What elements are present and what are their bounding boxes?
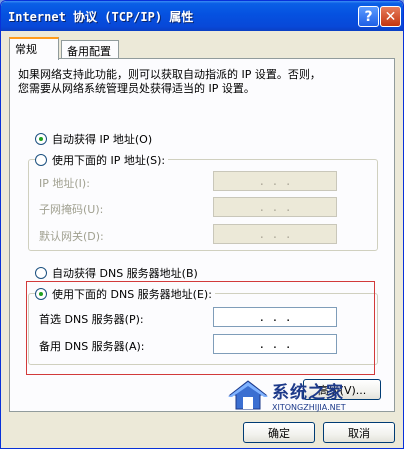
- title-bar[interactable]: Internet 协议 (TCP/IP) 属性 ? ✕: [1, 1, 403, 31]
- watermark-url: XITONGZHIJIA.NET: [272, 403, 346, 412]
- ip-auto-option[interactable]: 自动获得 IP 地址(O): [35, 131, 156, 147]
- tab-alternate-configuration[interactable]: 备用配置: [61, 40, 119, 59]
- dns-auto-label: 自动获得 DNS 服务器地址(B): [52, 267, 198, 280]
- subnet-mask-label: 子网掩码(U):: [39, 203, 104, 216]
- house-logo-icon: [226, 377, 270, 413]
- help-icon: ?: [364, 8, 373, 25]
- close-icon: ✕: [384, 8, 397, 25]
- watermark-title: 系统之家: [272, 383, 344, 403]
- default-gateway-label: 默认网关(D):: [39, 230, 104, 243]
- default-gateway-field[interactable]: . . .: [213, 224, 337, 244]
- watermark: 系统之家 XITONGZHIJIA.NET: [226, 373, 386, 417]
- ip-manual-option[interactable]: 使用下面的 IP 地址(S):: [35, 152, 169, 168]
- ip-address-label: IP 地址(I):: [39, 177, 90, 190]
- ip-auto-label: 自动获得 IP 地址(O): [52, 133, 153, 146]
- help-button[interactable]: ?: [358, 6, 379, 27]
- dns-highlight-box: [26, 281, 375, 375]
- dns-auto-option[interactable]: 自动获得 DNS 服务器地址(B): [35, 265, 201, 281]
- ip-address-field[interactable]: . . .: [213, 171, 337, 191]
- description-line-1: 如果网络支持此功能，则可以获取自动指派的 IP 设置。否则，: [18, 68, 321, 81]
- tcpip-properties-dialog: Internet 协议 (TCP/IP) 属性 ? ✕ 常规 备用配置 如果网络…: [0, 0, 404, 449]
- close-button[interactable]: ✕: [380, 6, 401, 27]
- ip-manual-radio[interactable]: [35, 154, 47, 166]
- dns-auto-radio[interactable]: [35, 267, 47, 279]
- description-line-2: 您需要从网络系统管理员处获得适当的 IP 设置。: [18, 82, 255, 95]
- ip-auto-radio[interactable]: [35, 133, 47, 145]
- description-text: 如果网络支持此功能，则可以获取自动指派的 IP 设置。否则， 您需要从网络系统管…: [18, 68, 378, 96]
- ip-manual-label: 使用下面的 IP 地址(S):: [52, 154, 166, 167]
- window-title: Internet 协议 (TCP/IP) 属性: [8, 10, 194, 24]
- tab-general[interactable]: 常规: [9, 37, 59, 60]
- ok-button[interactable]: 确定: [243, 422, 315, 443]
- subnet-mask-field[interactable]: . . .: [213, 197, 337, 217]
- cancel-button[interactable]: 取消: [323, 422, 395, 443]
